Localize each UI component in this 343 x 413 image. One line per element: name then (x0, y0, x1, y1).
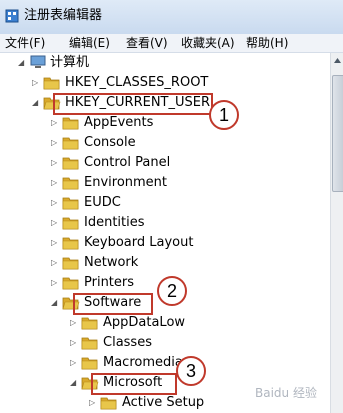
highlight-box-3 (91, 373, 177, 395)
tree-label: AppEvents (84, 115, 154, 130)
expand-arrow-icon[interactable]: ▷ (51, 139, 59, 147)
tree-label: AppDataLow (103, 315, 186, 330)
callout-3: 3 (176, 356, 206, 386)
tree-item-classes[interactable]: ▷ Classes (0, 333, 330, 353)
tree-label: Printers (84, 275, 135, 290)
folder-icon (62, 217, 79, 230)
callout-1: 1 (209, 100, 239, 130)
expand-arrow-icon[interactable]: ▷ (51, 119, 59, 127)
expand-arrow-icon[interactable]: ▷ (51, 179, 59, 187)
scroll-thumb[interactable] (332, 75, 343, 192)
tree-label: Network (84, 255, 139, 270)
folder-icon (62, 257, 79, 270)
menu-help[interactable]: 帮助(H) (246, 35, 288, 51)
folder-icon (100, 397, 117, 410)
folder-icon (62, 277, 79, 290)
folder-icon (43, 77, 60, 90)
tree-item-appevents[interactable]: ▷ AppEvents (0, 113, 330, 133)
expand-arrow-icon[interactable]: ▷ (51, 259, 59, 267)
tree-item-control-panel[interactable]: ▷ Control Panel (0, 153, 330, 173)
expand-arrow-icon[interactable]: ▷ (51, 159, 59, 167)
tree-label: Active Setup (122, 395, 205, 410)
tree-item-eudc[interactable]: ▷ EUDC (0, 193, 330, 213)
tree-label: EUDC (84, 195, 121, 210)
folder-icon (81, 317, 98, 330)
expand-arrow-icon[interactable]: ▷ (51, 199, 59, 207)
tree-item-network[interactable]: ▷ Network (0, 253, 330, 273)
window-title: 注册表编辑器 (24, 8, 103, 23)
tree-label: Control Panel (84, 155, 171, 170)
tree-label: HKEY_CLASSES_ROOT (65, 75, 209, 90)
folder-icon (62, 117, 79, 130)
tree-item-macromedia[interactable]: ▷ Macromedia (0, 353, 330, 373)
tree-item-hkey-classes-root[interactable]: ▷ HKEY_CLASSES_ROOT (0, 73, 330, 93)
registry-editor-icon (5, 9, 19, 23)
tree-item-console[interactable]: ▷ Console (0, 133, 330, 153)
menu-favorites[interactable]: 收藏夹(A) (181, 35, 235, 51)
highlight-box-2 (73, 293, 153, 315)
folder-icon (62, 237, 79, 250)
expand-arrow-icon[interactable]: ▷ (70, 359, 78, 367)
tree-label: Keyboard Layout (84, 235, 194, 250)
computer-icon (30, 55, 46, 68)
folder-icon (81, 357, 98, 370)
tree-label: Environment (84, 175, 168, 190)
tree-label: Macromedia (103, 355, 183, 370)
expand-arrow-icon[interactable]: ▷ (70, 339, 78, 347)
tree-label: Console (84, 135, 136, 150)
folder-icon (62, 177, 79, 190)
menu-edit[interactable]: 编辑(E) (69, 35, 110, 51)
collapse-arrow-icon[interactable]: ◢ (18, 59, 26, 67)
tree-item-environment[interactable]: ▷ Environment (0, 173, 330, 193)
tree-label: 计算机 (50, 55, 90, 70)
tree-item-appdatalow[interactable]: ▷ AppDataLow (0, 313, 330, 333)
tree-root-computer[interactable]: ◢ 计算机 (0, 53, 330, 73)
collapse-arrow-icon[interactable]: ◢ (32, 99, 40, 107)
expand-arrow-icon[interactable]: ▷ (51, 279, 59, 287)
watermark: Baidu 经验 (255, 386, 317, 400)
expand-arrow-icon[interactable]: ▷ (89, 399, 97, 407)
folder-icon (62, 197, 79, 210)
expand-arrow-icon[interactable]: ▷ (51, 219, 59, 227)
scroll-up-arrow-icon[interactable] (333, 55, 342, 67)
expand-arrow-icon[interactable]: ▷ (32, 79, 40, 87)
title-bar: 注册表编辑器 (0, 0, 343, 35)
menu-view[interactable]: 查看(V) (126, 35, 168, 51)
tree-item-identities[interactable]: ▷ Identities (0, 213, 330, 233)
folder-icon (81, 337, 98, 350)
menu-file[interactable]: 文件(F) (5, 35, 45, 51)
collapse-arrow-icon[interactable]: ◢ (70, 379, 78, 387)
tree-label: Identities (84, 215, 145, 230)
highlight-box-1 (53, 93, 213, 115)
folder-icon (62, 137, 79, 150)
tree-item-keyboard-layout[interactable]: ▷ Keyboard Layout (0, 233, 330, 253)
tree-label: Classes (103, 335, 152, 350)
expand-arrow-icon[interactable]: ▷ (51, 239, 59, 247)
callout-2: 2 (157, 276, 187, 306)
expand-arrow-icon[interactable]: ▷ (70, 319, 78, 327)
menu-bar: 文件(F) 编辑(E) 查看(V) 收藏夹(A) 帮助(H) (0, 34, 343, 53)
folder-icon (62, 157, 79, 170)
vertical-scrollbar[interactable] (330, 53, 343, 413)
collapse-arrow-icon[interactable]: ◢ (51, 299, 59, 307)
